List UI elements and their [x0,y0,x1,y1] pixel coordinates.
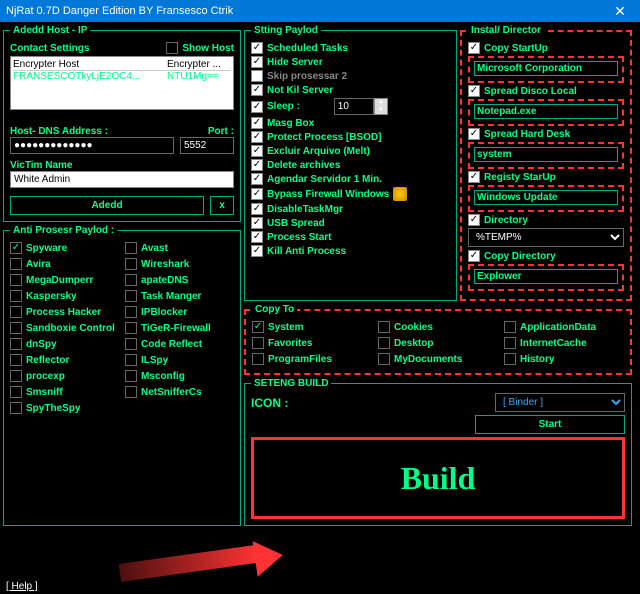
victim-input[interactable] [10,171,234,188]
payload-checkbox[interactable] [251,145,263,157]
host-group: Adedd Host - IP Contact Settings Show Ho… [3,25,241,222]
showhost-checkbox[interactable] [166,42,178,54]
help-link[interactable]: [ Help ] [6,581,38,592]
payload-checkbox[interactable] [251,42,263,54]
anti-checkbox[interactable] [10,338,22,350]
remove-button[interactable]: x [210,196,234,215]
payload-checkbox[interactable] [251,117,263,129]
anti-checkbox[interactable] [10,354,22,366]
anti-checkbox[interactable] [10,242,22,254]
copyto-checkbox[interactable] [378,321,390,333]
host-list[interactable]: Encrypter HostEncrypter ... FRANSESCOTky… [10,56,234,110]
build-button[interactable]: Build [251,437,625,519]
anti-checkbox[interactable] [10,274,22,286]
payload-checkbox[interactable] [251,217,263,229]
anti-checkbox[interactable] [10,370,22,382]
anti-checkbox[interactable] [10,386,22,398]
payload-checkbox[interactable] [251,84,263,96]
shield-icon [393,187,407,201]
copyto-checkbox[interactable] [504,337,516,349]
install-group: Instal/ Director Copy StartUp Microsoft … [460,25,632,301]
titlebar: NjRat 0.7D Danger Edition BY Fransesco C… [0,0,640,22]
anti-checkbox[interactable] [10,402,22,414]
add-button[interactable]: Adedd [10,196,204,215]
payload-checkbox[interactable] [251,56,263,68]
contact-label: Contact Settings [10,43,89,54]
payload-checkbox[interactable] [251,159,263,171]
anti-checkbox[interactable] [10,322,22,334]
payload-checkbox[interactable] [251,188,263,200]
window-title: NjRat 0.7D Danger Edition BY Fransesco C… [6,5,233,17]
anti-checkbox[interactable] [125,290,137,302]
host-legend: Adedd Host - IP [10,25,90,36]
anti-checkbox[interactable] [10,258,22,270]
anti-checkbox[interactable] [125,338,137,350]
payload-group: Stting Paylod Scheduled TasksHide Server… [244,25,457,301]
payload-checkbox[interactable] [251,231,263,243]
payload-checkbox[interactable] [251,173,263,185]
close-button[interactable]: ✕ [600,0,640,22]
anti-group: Anti Prosesr Paylod : SpywareAvastAviraW… [3,225,241,526]
anti-checkbox[interactable] [125,242,137,254]
anti-checkbox[interactable] [125,386,137,398]
copyto-group: Copy To SystemCookiesApplicationDataFavo… [244,304,632,375]
payload-checkbox[interactable] [251,131,263,143]
copyto-checkbox[interactable] [504,353,516,365]
port-input[interactable] [180,137,234,154]
dns-input[interactable] [10,137,174,154]
copyto-checkbox[interactable] [252,337,264,349]
payload-checkbox[interactable] [251,101,263,113]
anti-checkbox[interactable] [125,258,137,270]
binder-select[interactable]: [ Binder ] [495,393,625,412]
copyto-checkbox[interactable] [378,353,390,365]
dir-select[interactable]: %TEMP% [468,228,624,247]
start-button[interactable]: Start [475,415,625,434]
anti-checkbox[interactable] [125,322,137,334]
copyto-checkbox[interactable] [252,353,264,365]
copyto-checkbox[interactable] [504,321,516,333]
anti-checkbox[interactable] [125,370,137,382]
anti-checkbox[interactable] [125,306,137,318]
anti-checkbox[interactable] [10,306,22,318]
anti-checkbox[interactable] [125,354,137,366]
build-group: SETENG BUILD ICON : [ Binder ] Start Bui… [244,378,632,526]
payload-checkbox[interactable] [251,245,263,257]
copyto-checkbox[interactable] [252,321,264,333]
anti-checkbox[interactable] [125,274,137,286]
copyto-checkbox[interactable] [378,337,390,349]
anti-checkbox[interactable] [10,290,22,302]
payload-checkbox[interactable] [251,70,263,82]
payload-checkbox[interactable] [251,203,263,215]
